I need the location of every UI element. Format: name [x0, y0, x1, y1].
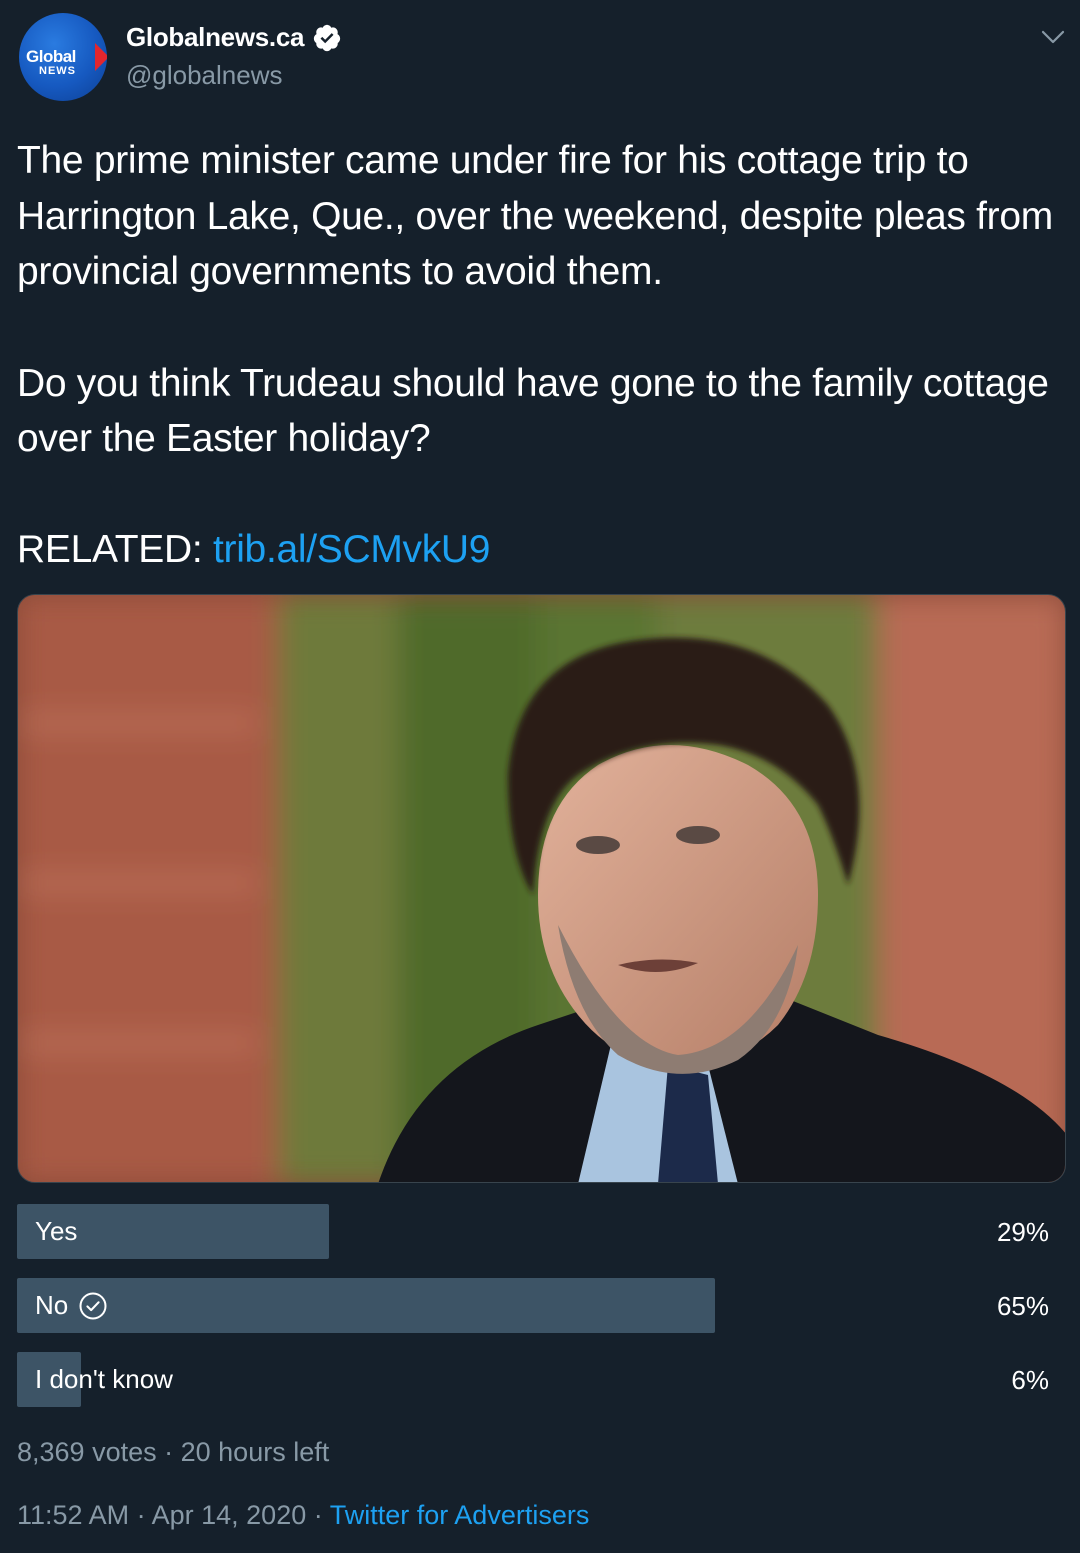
poll-option-percent: 6%	[1011, 1365, 1049, 1395]
separator-dot: ·	[136, 1500, 152, 1530]
verified-badge-icon	[314, 24, 341, 51]
poll-option-label: No	[35, 1278, 108, 1333]
poll-option-label: I don't know	[35, 1364, 173, 1394]
handle[interactable]: @globalnews	[126, 60, 282, 91]
poll-option[interactable]: No 65%	[17, 1278, 1066, 1333]
avatar[interactable]: Global NEWS	[19, 13, 107, 101]
poll-time-left: 20 hours left	[180, 1437, 330, 1467]
tweet-date[interactable]: Apr 14, 2020	[152, 1500, 307, 1530]
related-link[interactable]: trib.al/SCMvkU9	[213, 528, 491, 571]
related-label: RELATED:	[17, 527, 213, 571]
related-line: RELATED: trib.al/SCMvkU9	[17, 522, 1057, 578]
tweet-source[interactable]: Twitter for Advertisers	[330, 1500, 590, 1530]
tweet-time[interactable]: 11:52 AM	[17, 1500, 129, 1530]
tweet-photo[interactable]	[17, 594, 1066, 1183]
poll-option-percent: 29%	[996, 1217, 1049, 1247]
check-circle-icon	[79, 1292, 107, 1319]
photo-of-speaker	[18, 595, 1065, 1182]
tweet-paragraph: The prime minister came under fire for h…	[17, 139, 1053, 293]
tweet-paragraph: Do you think Trudeau should have gone to…	[17, 361, 1049, 461]
poll-option[interactable]: I don't know 6%	[17, 1352, 1066, 1407]
tweet-text: The prime minister came under fire for h…	[17, 133, 1057, 577]
poll-option-label: Yes	[35, 1216, 78, 1246]
avatar-logo-arrow	[95, 43, 107, 71]
display-name-row[interactable]: Globalnews.ca	[126, 22, 342, 53]
tweet-timestamp: 11:52 AM · Apr 14, 2020 · Twitter for Ad…	[17, 1500, 589, 1531]
avatar-logo-text: Global	[26, 47, 76, 66]
chevron-down-icon[interactable]	[1038, 22, 1068, 52]
poll-bar	[17, 1278, 716, 1333]
separator-dot: ·	[164, 1437, 181, 1467]
avatar-logo-subtext: NEWS	[39, 65, 76, 77]
poll-option-percent: 65%	[996, 1291, 1049, 1321]
poll-meta: 8,369 votes · 20 hours left	[17, 1437, 329, 1468]
poll-option[interactable]: Yes 29%	[17, 1204, 1066, 1259]
separator-dot: ·	[313, 1500, 330, 1530]
display-name[interactable]: Globalnews.ca	[126, 22, 304, 53]
poll-votes: 8,369 votes	[17, 1437, 157, 1467]
